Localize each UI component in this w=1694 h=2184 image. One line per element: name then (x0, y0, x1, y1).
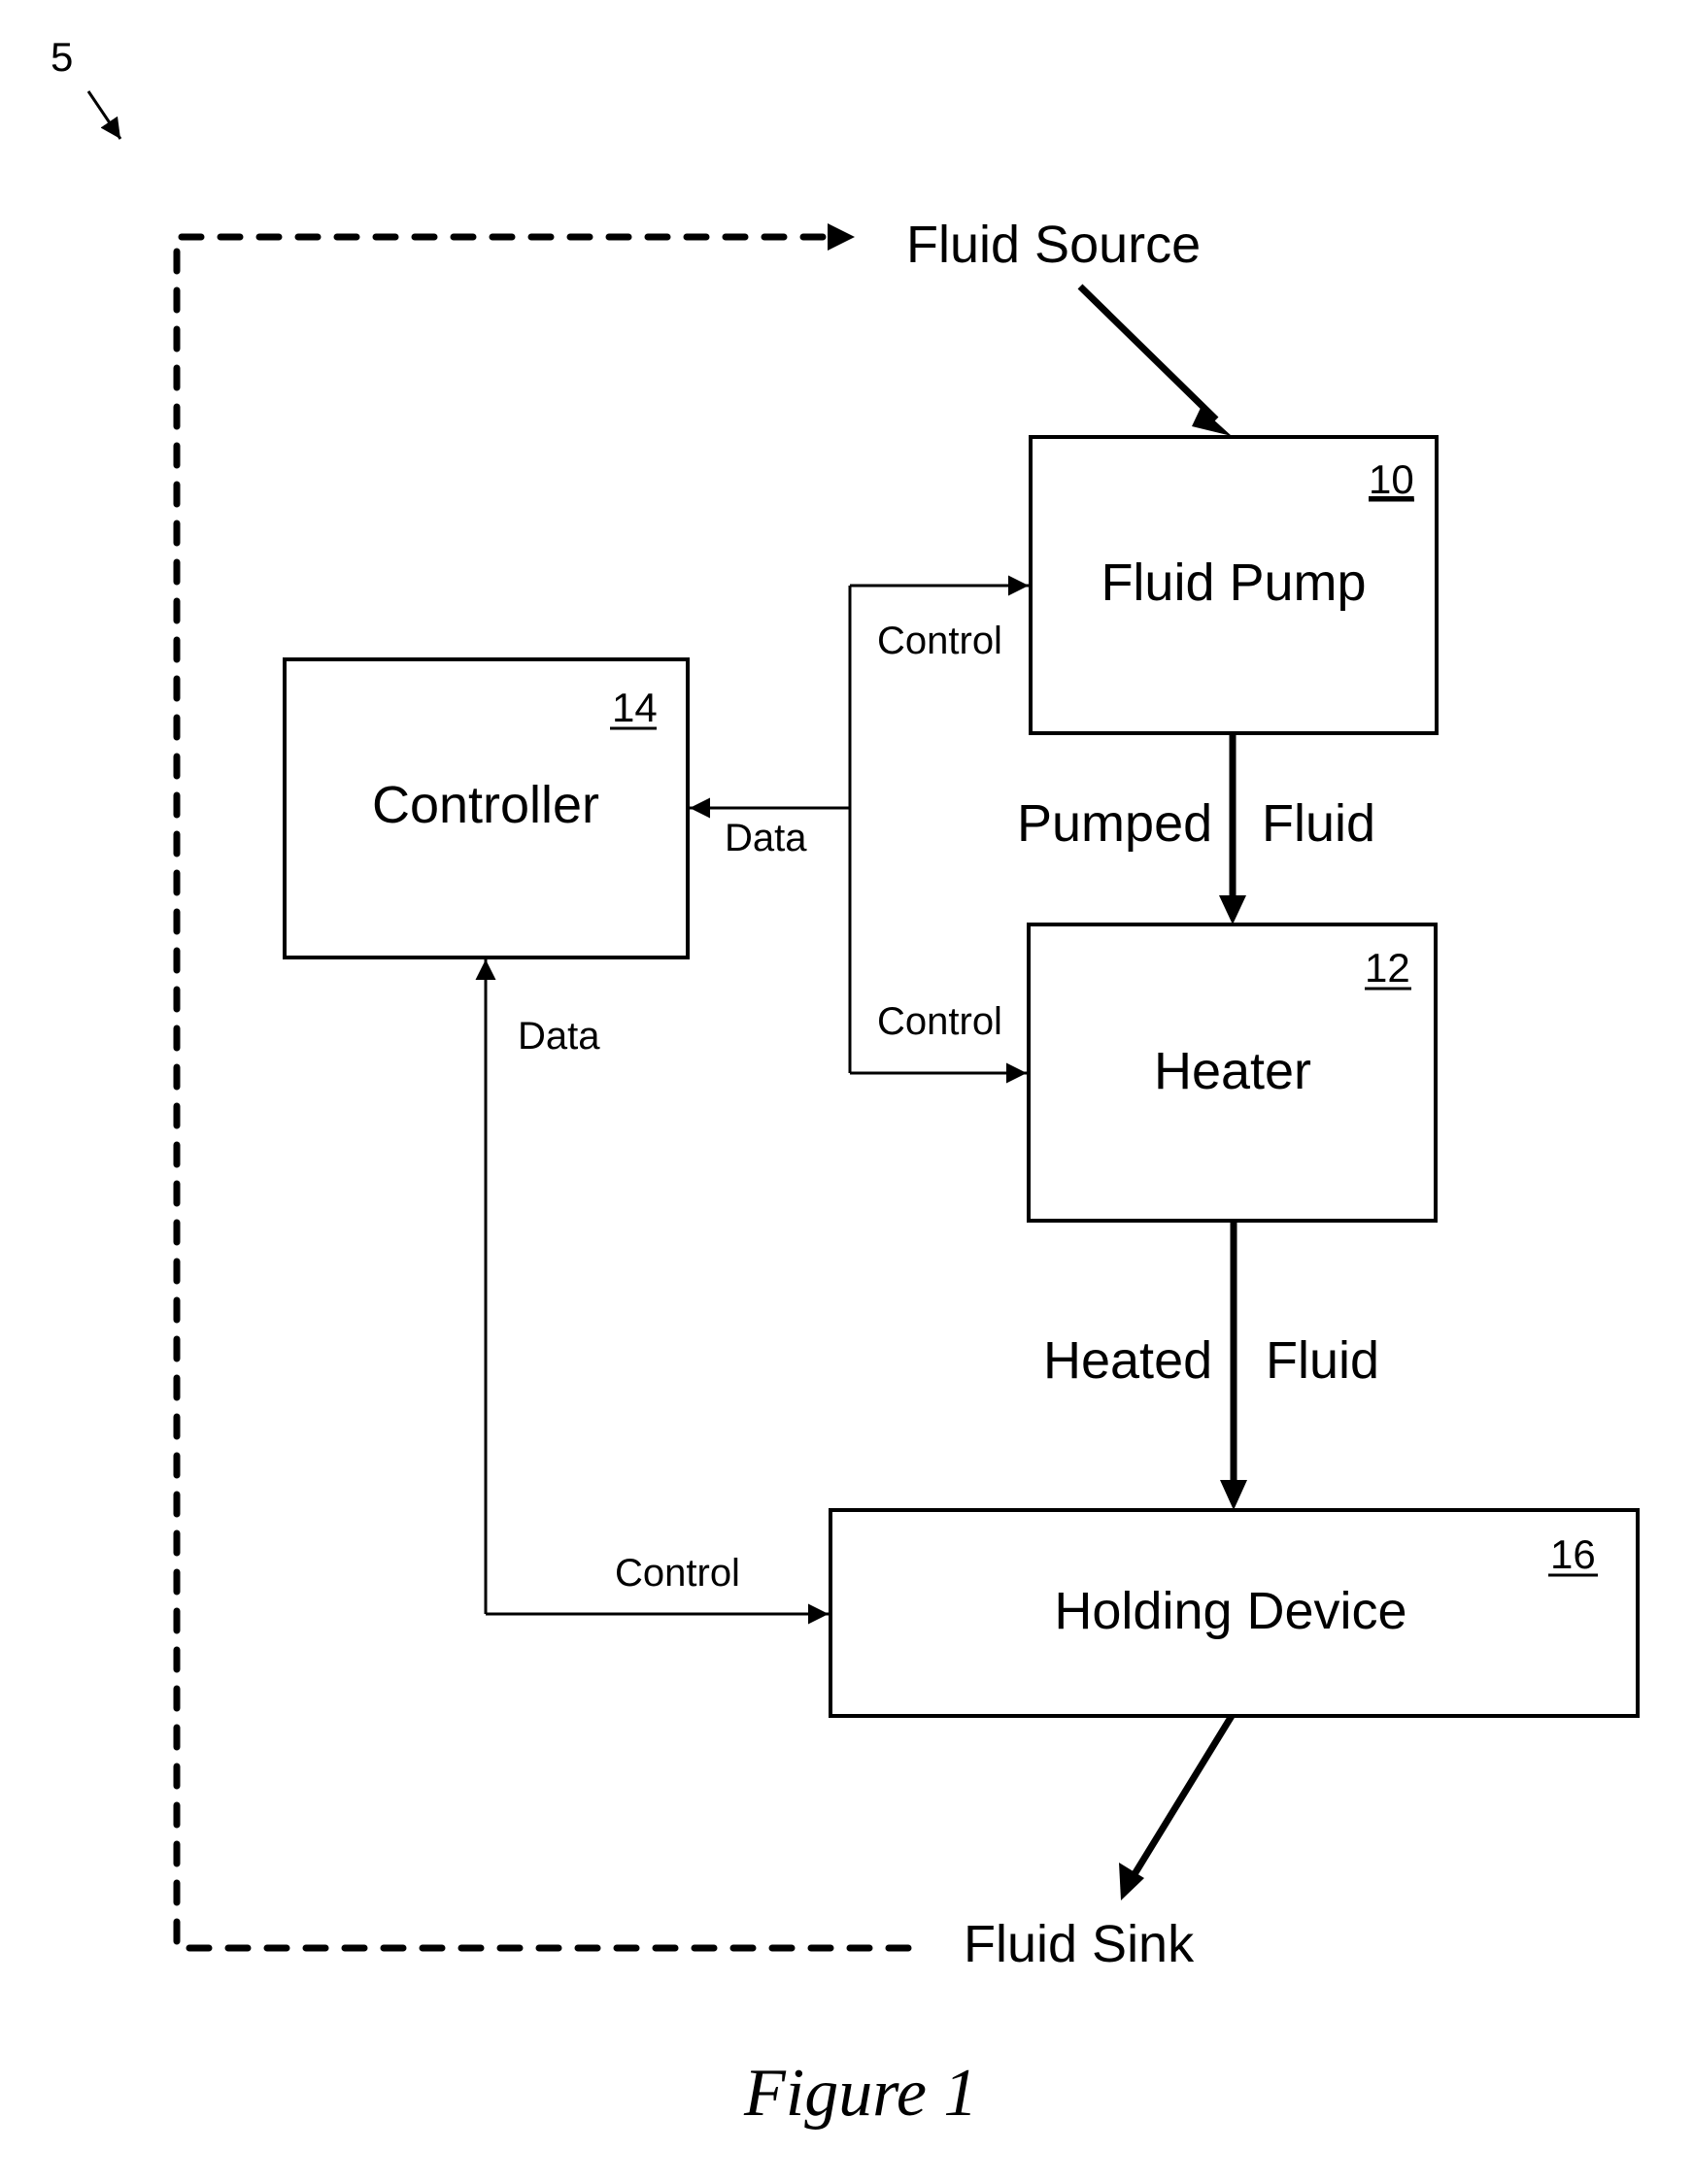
holding-device-ref: 16 (1550, 1531, 1596, 1577)
controller-ref: 14 (612, 685, 658, 730)
control-holding-label: Control (615, 1552, 740, 1595)
heater-label: Heater (1154, 1042, 1311, 1100)
fluid-pump-block[interactable]: Fluid Pump 10 (1029, 435, 1439, 735)
recirculation-dashed-line (173, 233, 912, 1952)
fluid-pump-label: Fluid Pump (1101, 554, 1366, 612)
figure-reference-numeral: 5 (51, 34, 73, 80)
fluid-pump-ref: 10 (1369, 456, 1414, 502)
heater-ref: 12 (1365, 945, 1410, 991)
controller-label: Controller (372, 776, 599, 834)
sink-outlet-line (1132, 1714, 1235, 1876)
data-from-holding-label: Data (518, 1015, 600, 1058)
heater-block[interactable]: Heater 12 (1027, 923, 1438, 1223)
heated-fluid-arrowhead (1220, 1480, 1247, 1510)
figure-canvas: 5 Fluid Source Fluid Pump 10 Pumped Flui… (51, 34, 1640, 2131)
control-heater-label: Control (877, 1000, 1002, 1043)
heated-label-left: Heated (1043, 1331, 1212, 1390)
source-inlet-line (1077, 284, 1219, 422)
pumped-label-left: Pumped (1017, 794, 1212, 853)
pumped-label-right: Fluid (1262, 794, 1375, 853)
heated-label-right: Fluid (1266, 1331, 1379, 1390)
holding-device-block[interactable]: Holding Device 16 (829, 1508, 1640, 1718)
controller-block[interactable]: Controller 14 (283, 657, 690, 959)
recirculation-arrowhead (828, 223, 855, 251)
pumped-fluid-arrowhead (1219, 895, 1246, 924)
holding-device-label: Holding Device (1054, 1582, 1406, 1640)
data-to-controller-label: Data (725, 817, 807, 859)
figure-pointer-arrow (86, 90, 122, 140)
figure-caption: Figure 1 (743, 2056, 977, 2131)
control-pump-label: Control (877, 620, 1002, 662)
fluid-source-label: Fluid Source (906, 216, 1201, 274)
fluid-sink-label: Fluid Sink (964, 1915, 1195, 1973)
